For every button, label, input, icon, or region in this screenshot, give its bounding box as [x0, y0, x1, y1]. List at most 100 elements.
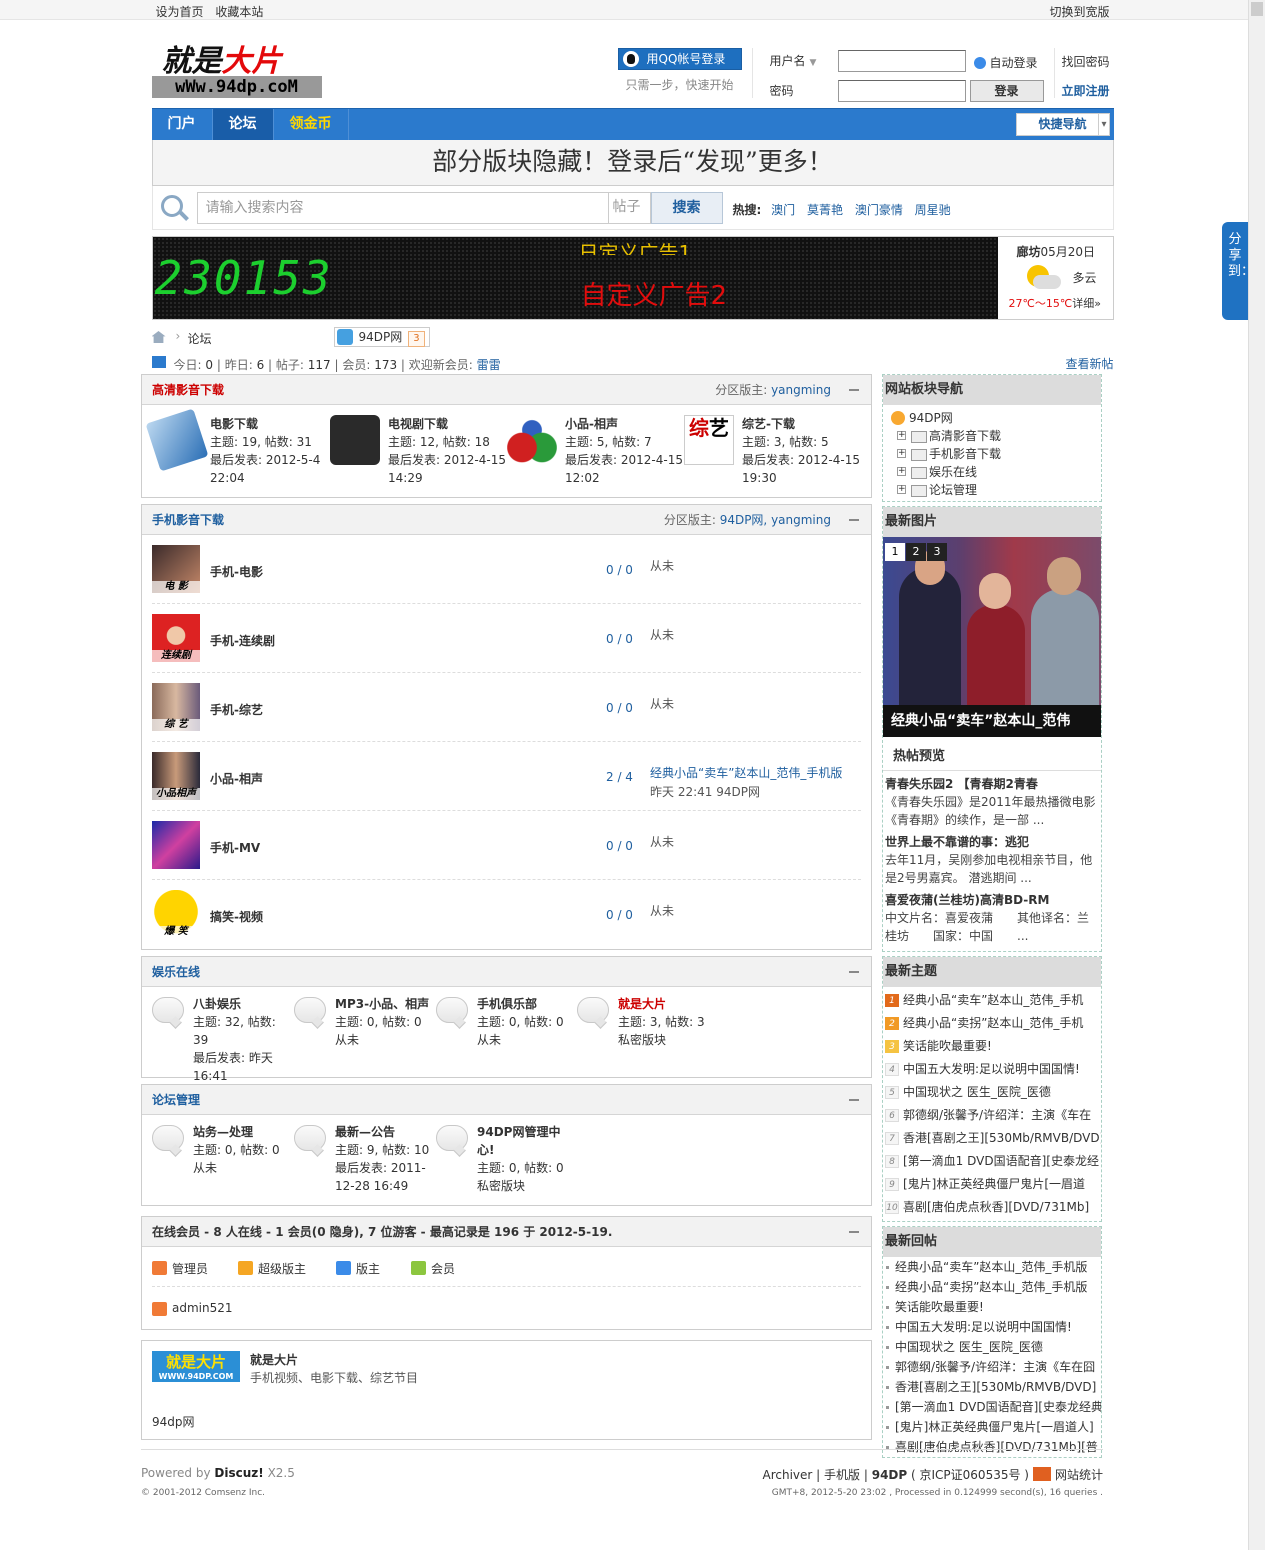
- collapse-icon[interactable]: [849, 971, 859, 973]
- led-ad-banner[interactable]: 230153 日定义广告1 自定义广告2: [152, 237, 998, 319]
- section-title[interactable]: 高清影音下载: [152, 383, 224, 397]
- new-thread-link[interactable]: 4 中国五大发明:足以说明中国国情!: [883, 1058, 1101, 1081]
- new-reply-link[interactable]: 香港[喜剧之王][530Mb/RMVB/DVD]: [883, 1377, 1101, 1397]
- section-title[interactable]: 手机影音下载: [152, 513, 224, 527]
- section-title[interactable]: 论坛管理: [152, 1093, 200, 1107]
- nav-forum[interactable]: 论坛: [212, 109, 274, 140]
- tree-node[interactable]: + 高清影音下载: [889, 427, 1095, 445]
- hot-post[interactable]: 世界上最不靠谱的事：逃犯 去年11月，吴刚参加电视相亲节目，他是2号男嘉宾。 潜逃…: [883, 833, 1101, 887]
- weather-detail-link[interactable]: 详细»: [1072, 297, 1101, 310]
- new-reply-link[interactable]: 郭德纲/张馨予/许绍洋：主演《车在囧: [883, 1357, 1101, 1377]
- user-icon: [411, 1261, 426, 1275]
- new-thread-link[interactable]: 6 郭德纲/张馨予/许绍洋：主演《车在: [883, 1104, 1101, 1127]
- share-tab[interactable]: 分享到：: [1222, 222, 1254, 320]
- new-posts-link[interactable]: 查看新帖: [1065, 355, 1113, 372]
- qq-login-button[interactable]: 用QQ帐号登录: [617, 48, 742, 70]
- forum-row[interactable]: 小品相声 小品-相声 2 / 4 经典小品“卖车”赵本山_范伟_手机版 昨天 22…: [152, 742, 861, 811]
- collapse-icon[interactable]: [849, 1099, 859, 1101]
- nav-portal[interactable]: 门户: [152, 109, 213, 140]
- scrollbar-thumb[interactable]: [1251, 2, 1263, 16]
- forum-row[interactable]: 爆 笑 搞笑-视频 0 / 0 从未: [152, 880, 861, 949]
- collapse-icon[interactable]: [849, 389, 859, 391]
- forum-row[interactable]: 电 影 手机-电影 0 / 0 从未: [152, 535, 861, 604]
- expand-icon[interactable]: +: [897, 431, 906, 440]
- site-qq-link[interactable]: 94DP网 3: [333, 327, 430, 347]
- new-reply-link[interactable]: 经典小品“卖拐”赵本山_范伟_手机版: [883, 1277, 1101, 1297]
- tree-node[interactable]: + 娱乐在线: [889, 463, 1095, 481]
- forum-row[interactable]: 手机-MV 0 / 0 从未: [152, 811, 861, 880]
- archiver-link[interactable]: Archiver: [763, 1468, 813, 1482]
- quick-nav-button[interactable]: 快捷导航: [1015, 113, 1110, 136]
- icp-link[interactable]: ( 京ICP证060535号 ): [911, 1468, 1029, 1482]
- new-reply-link[interactable]: 中国五大发明:足以说明中国国情!: [883, 1317, 1101, 1337]
- tree-node[interactable]: + 手机影音下载: [889, 445, 1095, 463]
- hot-post[interactable]: 喜爱夜蒲(兰桂坊)高清BD-RM 中文片名：喜爱夜蒲 其他译名：兰桂坊 国家：中国…: [883, 891, 1101, 945]
- discuz-link[interactable]: Discuz!: [214, 1466, 263, 1480]
- set-home-link[interactable]: 设为首页: [156, 5, 204, 19]
- new-thread-link[interactable]: 8 [第一滴血1 DVD国语配音][史泰龙经: [883, 1150, 1101, 1173]
- stat-link[interactable]: 网站统计: [1055, 1468, 1103, 1482]
- wide-switch-link[interactable]: 切换到宽版: [1049, 3, 1109, 20]
- slide-3-button[interactable]: 3: [927, 543, 947, 561]
- new-thread-link[interactable]: 10 喜剧[唐伯虎点秋香][DVD/731Mb]: [883, 1196, 1101, 1219]
- slide-1-button[interactable]: 1: [885, 543, 905, 561]
- forum-row[interactable]: 综 艺 手机-综艺 0 / 0 从未: [152, 673, 861, 742]
- newest-member-link[interactable]: 雷雷: [477, 358, 501, 372]
- collapse-icon[interactable]: [849, 519, 859, 521]
- scrollbar[interactable]: [1248, 0, 1265, 1550]
- new-thread-link[interactable]: 5 中国现状之 医生_医院_医德: [883, 1081, 1101, 1104]
- username-input[interactable]: [837, 50, 966, 72]
- hot-search-link[interactable]: 周星驰: [915, 203, 951, 217]
- new-thread-link[interactable]: 2 经典小品“卖拐”赵本山_范伟_手机: [883, 1012, 1101, 1035]
- mobile-link[interactable]: 手机版: [824, 1468, 860, 1482]
- tree-node[interactable]: + 论坛管理: [889, 481, 1095, 499]
- friend-link-logo[interactable]: 就是大片 WWW.94DP.COM: [152, 1351, 240, 1382]
- expand-icon[interactable]: +: [897, 449, 906, 458]
- nav-gold[interactable]: 领金币: [274, 109, 349, 140]
- bookmark-link[interactable]: 收藏本站: [215, 5, 263, 19]
- site-logo[interactable]: 就是大片 wWw.94dp.coM: [151, 36, 322, 98]
- auto-login-checkbox[interactable]: 自动登录: [973, 54, 1038, 71]
- hot-search-link[interactable]: 澳门: [771, 203, 795, 217]
- friend-link-name[interactable]: 就是大片: [250, 1351, 298, 1368]
- last-post-link[interactable]: 经典小品“卖车”赵本山_范伟_手机版: [650, 764, 860, 783]
- password-input[interactable]: [837, 80, 966, 102]
- new-thread-link[interactable]: 9 [鬼片]林正英经典僵尸鬼片[一眉道: [883, 1173, 1101, 1196]
- ad-text-2: 自定义广告2: [580, 281, 728, 311]
- new-reply-link[interactable]: 笑话能吹最重要!: [883, 1297, 1101, 1317]
- tree-root[interactable]: 94DP网: [889, 409, 1095, 427]
- new-thread-link[interactable]: 1 经典小品“卖车”赵本山_范伟_手机: [883, 989, 1101, 1012]
- login-button[interactable]: 登录: [969, 80, 1044, 102]
- hot-search-link[interactable]: 莫菁艳: [807, 203, 843, 217]
- register-link[interactable]: 立即注册: [1062, 82, 1110, 99]
- new-reply-link[interactable]: 经典小品“卖车”赵本山_范伟_手机版: [883, 1257, 1101, 1277]
- slide-caption[interactable]: 经典小品“卖车”赵本山_范伟: [883, 705, 1101, 737]
- forum-row[interactable]: 连续剧 手机-连续剧 0 / 0 从未: [152, 604, 861, 673]
- forgot-password-link[interactable]: 找回密码: [1062, 53, 1110, 70]
- expand-icon[interactable]: +: [897, 485, 906, 494]
- online-user-link[interactable]: admin521: [152, 1301, 233, 1316]
- speech-bubble-icon: [152, 997, 184, 1023]
- collapse-icon[interactable]: [849, 1231, 859, 1233]
- site-link[interactable]: 94DP: [872, 1468, 907, 1482]
- search-input[interactable]: 请输入搜索内容: [196, 192, 609, 224]
- new-thread-link[interactable]: 3 笑话能吹最重要!: [883, 1035, 1101, 1058]
- new-reply-link[interactable]: [第一滴血1 DVD国语配音][史泰龙经典: [883, 1397, 1101, 1417]
- hot-search: 热搜: 澳门 莫菁艳 澳门豪情 周星驰: [732, 203, 951, 217]
- new-thread-link[interactable]: 7 香港[喜剧之王][530Mb/RMVB/DVD]: [883, 1127, 1101, 1150]
- username-label[interactable]: 用户名 ▼: [770, 52, 817, 69]
- home-icon[interactable]: [151, 331, 166, 343]
- breadcrumb-forum[interactable]: 论坛: [188, 330, 212, 347]
- new-reply-link[interactable]: [鬼片]林正英经典僵尸鬼片[一眉道人]: [883, 1417, 1101, 1437]
- new-reply-link[interactable]: 中国现状之 医生_医院_医德: [883, 1337, 1101, 1357]
- friend-link-text[interactable]: 94dp网: [152, 1413, 195, 1430]
- slide-2-button[interactable]: 2: [906, 543, 926, 561]
- search-type-select[interactable]: 帖子: [608, 192, 651, 224]
- search-button[interactable]: 搜索: [650, 192, 723, 224]
- hot-post[interactable]: 青春失乐园2 【青春期2青春 《青春失乐园》是2011年最热播微电影《青春期》的续…: [883, 775, 1101, 829]
- image-slider[interactable]: 123 经典小品“卖车”赵本山_范伟: [883, 537, 1101, 737]
- hot-search-link[interactable]: 澳门豪情: [855, 203, 903, 217]
- section-title[interactable]: 娱乐在线: [152, 965, 200, 979]
- qq-penguin-icon: [622, 51, 639, 67]
- expand-icon[interactable]: +: [897, 467, 906, 476]
